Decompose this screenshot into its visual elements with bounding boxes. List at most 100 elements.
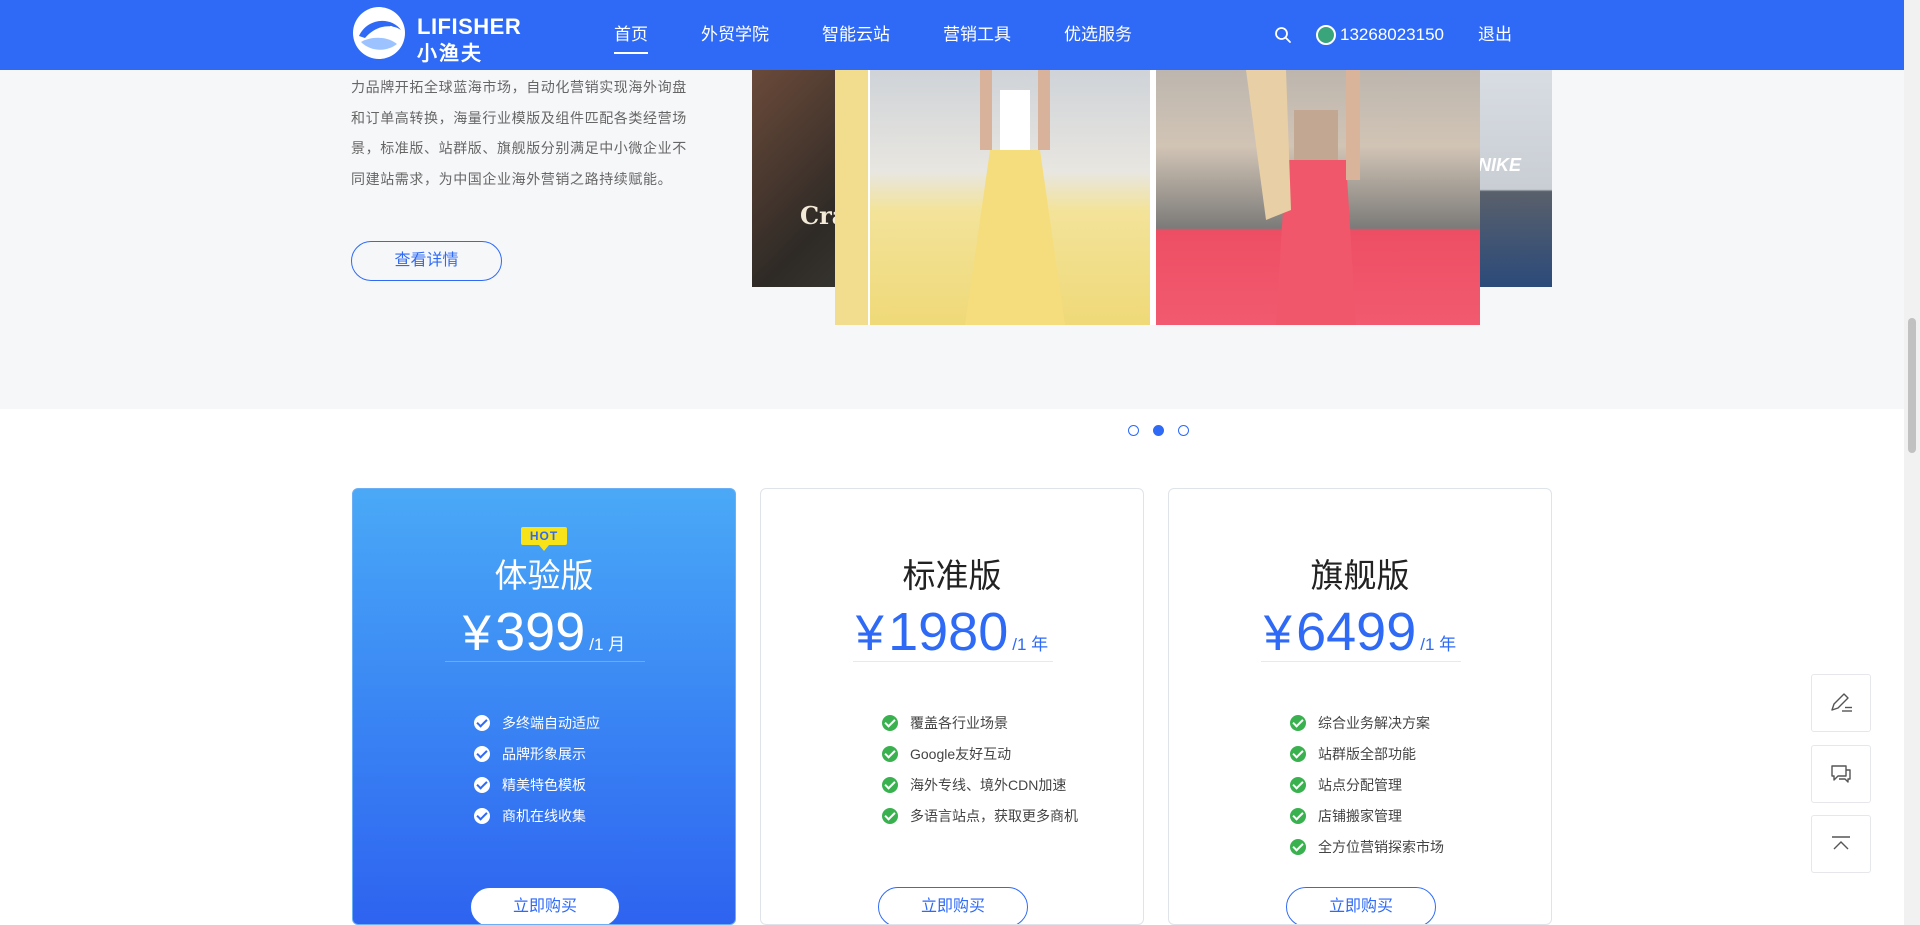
carousel-dot-active[interactable] <box>1153 425 1164 436</box>
check-icon <box>1290 838 1306 855</box>
feature-label: 品牌形象展示 <box>502 745 586 762</box>
nav-item-marketing-tools[interactable]: 营销工具 <box>943 0 1011 70</box>
main-nav: 首页 外贸学院 智能云站 营销工具 优选服务 <box>614 0 1185 70</box>
logout-link[interactable]: 退出 <box>1478 0 1512 70</box>
image-carousel[interactable]: Cra NIKE <box>752 70 1552 350</box>
view-details-button[interactable]: 查看详情 <box>351 241 502 281</box>
avatar <box>1316 25 1336 45</box>
price-currency: ¥ <box>1263 605 1292 661</box>
carousel-photo <box>835 70 868 325</box>
feature-label: 精美特色模板 <box>502 776 586 793</box>
feature-item: 商机在线收集 <box>474 800 600 831</box>
chat-icon <box>1831 765 1851 783</box>
hero-description: 力品牌开拓全球蓝海市场，自动化营销实现海外询盘 和订单高转换，海量行业模版及组件… <box>351 72 711 194</box>
price-currency: ¥ <box>462 605 491 661</box>
plan-price: ¥ 399/1 月 <box>353 601 735 663</box>
feature-list: 覆盖各行业场景 Google友好互动 海外专线、境外CDN加速 多语言站点，获取… <box>882 707 1078 831</box>
nav-item-home[interactable]: 首页 <box>614 0 648 70</box>
feature-list: 综合业务解决方案 站群版全部功能 站点分配管理 店铺搬家管理 全方位营销探索市场 <box>1290 707 1444 862</box>
logo-text-cn: 小渔夫 <box>417 43 483 65</box>
check-icon <box>1290 745 1306 762</box>
search-icon[interactable] <box>1274 26 1292 44</box>
side-tool-chat[interactable] <box>1811 745 1871 803</box>
hot-badge: HOT <box>521 527 567 551</box>
buy-now-button[interactable]: 立即购买 <box>878 887 1028 924</box>
buy-now-button[interactable]: 立即购买 <box>470 887 620 924</box>
carousel-slide-right[interactable]: NIKE <box>1472 70 1552 287</box>
user-phone: 13268023150 <box>1340 25 1445 44</box>
feature-label: 多终端自动适应 <box>502 714 600 731</box>
page-scrollbar[interactable] <box>1904 0 1920 925</box>
check-icon <box>474 776 490 793</box>
feature-item: 多终端自动适应 <box>474 707 600 738</box>
divider <box>445 661 645 662</box>
price-unit: /1 年 <box>1012 635 1049 654</box>
carousel-photo <box>1156 70 1480 325</box>
plan-price: ¥ 1980/1 年 <box>761 601 1143 663</box>
check-icon <box>474 714 490 731</box>
feature-label: 站群版全部功能 <box>1318 745 1416 762</box>
feature-label: 站点分配管理 <box>1318 776 1402 793</box>
buy-now-button[interactable]: 立即购买 <box>1286 887 1436 924</box>
plan-card-standard: 标准版 ¥ 1980/1 年 覆盖各行业场景 Google友好互动 海外专线、境… <box>760 488 1144 925</box>
check-icon <box>882 714 898 731</box>
carousel-slide-active[interactable] <box>835 70 1480 325</box>
feature-item: 品牌形象展示 <box>474 738 600 769</box>
hero-description-line: 同建站需求，为中国企业海外营销之路持续赋能。 <box>351 170 673 187</box>
divider <box>1261 661 1461 662</box>
feature-label: Google友好互动 <box>910 745 1012 762</box>
carousel-dot[interactable] <box>1128 425 1139 436</box>
feature-label: 覆盖各行业场景 <box>910 714 1008 731</box>
feature-label: 店铺搬家管理 <box>1318 807 1402 824</box>
feature-item: 覆盖各行业场景 <box>882 707 1078 738</box>
price-amount: 399 <box>495 602 586 662</box>
nav-item-smart-site[interactable]: 智能云站 <box>822 0 890 70</box>
price-currency: ¥ <box>855 605 884 661</box>
carousel-photo <box>870 70 1150 325</box>
divider <box>853 661 1053 662</box>
nav-item-services[interactable]: 优选服务 <box>1064 0 1132 70</box>
feature-item: 店铺搬家管理 <box>1290 800 1444 831</box>
check-icon <box>882 776 898 793</box>
feature-label: 海外专线、境外CDN加速 <box>910 776 1067 793</box>
feature-item: 全方位营销探索市场 <box>1290 831 1444 862</box>
carousel-dot[interactable] <box>1178 425 1189 436</box>
feature-label: 综合业务解决方案 <box>1318 714 1430 731</box>
check-icon <box>1290 807 1306 824</box>
plan-name: 体验版 <box>494 557 594 594</box>
feature-item: 精美特色模板 <box>474 769 600 800</box>
plan-card-flagship: 旗舰版 ¥ 6499/1 年 综合业务解决方案 站群版全部功能 站点分配管理 店… <box>1168 488 1552 925</box>
hero-description-line: 和订单高转换，海量行业模版及组件匹配各类经营场 <box>351 109 687 126</box>
feature-list: 多终端自动适应 品牌形象展示 精美特色模板 商机在线收集 <box>474 707 600 831</box>
hero-section: 力品牌开拓全球蓝海市场，自动化营销实现海外询盘 和订单高转换，海量行业模版及组件… <box>0 70 1904 436</box>
feature-item: 多语言站点，获取更多商机 <box>882 800 1078 831</box>
feature-item: 海外专线、境外CDN加速 <box>882 769 1078 800</box>
feature-label: 商机在线收集 <box>502 807 586 824</box>
site-logo[interactable]: LIFISHER 小渔夫 <box>351 6 521 65</box>
side-tool-back-to-top[interactable] <box>1811 815 1871 873</box>
check-icon <box>474 745 490 762</box>
check-icon <box>1290 776 1306 793</box>
carousel-pagination <box>1128 425 1189 436</box>
feature-item: 综合业务解决方案 <box>1290 707 1444 738</box>
price-amount: 6499 <box>1296 602 1417 662</box>
user-account[interactable]: 13268023150 <box>1316 0 1444 70</box>
back-to-top-icon <box>1832 836 1850 850</box>
feature-item: Google友好互动 <box>882 738 1078 769</box>
feature-label: 多语言站点，获取更多商机 <box>910 807 1078 824</box>
plan-price: ¥ 6499/1 年 <box>1169 601 1551 663</box>
check-icon <box>1290 714 1306 731</box>
scrollbar-thumb[interactable] <box>1908 318 1916 453</box>
side-tool-feedback[interactable] <box>1811 674 1871 732</box>
price-unit: /1 年 <box>1420 635 1457 654</box>
carousel-slide-right-text: NIKE <box>1478 155 1522 175</box>
check-icon <box>474 807 490 824</box>
top-navbar: LIFISHER 小渔夫 首页 外贸学院 智能云站 营销工具 优选服务 1326… <box>0 0 1904 70</box>
fish-logo-icon <box>353 7 405 59</box>
feature-label: 全方位营销探索市场 <box>1318 838 1444 855</box>
nav-item-trade-academy[interactable]: 外贸学院 <box>701 0 769 70</box>
model-figure-icon <box>1246 70 1360 325</box>
plan-card-trial: HOT 体验版 ¥ 399/1 月 多终端自动适应 品牌形象展示 精美特色模板 … <box>352 488 736 925</box>
check-icon <box>882 807 898 824</box>
price-amount: 1980 <box>888 602 1009 662</box>
